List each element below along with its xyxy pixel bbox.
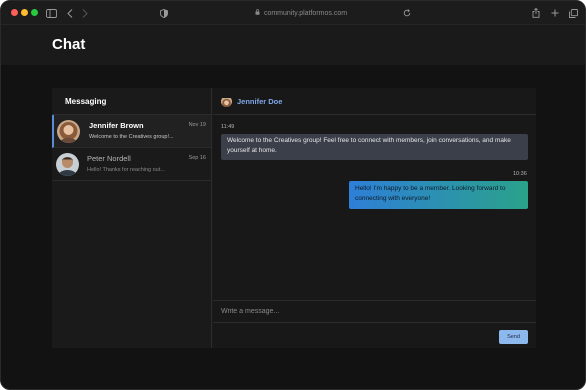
chat-panel: Messaging Jennifer Brown Nov 19 Welcome … [52,88,536,348]
page-header: Chat [1,25,585,65]
message-input[interactable] [213,301,536,323]
share-icon[interactable] [531,5,541,21]
avatar [221,96,232,107]
browser-window: community.platformos.com Chat Messaging [0,0,586,390]
message-timestamp: 11:49 [221,124,235,130]
contact-name[interactable]: Jennifer Doe [237,97,282,106]
close-window-button[interactable] [11,9,18,16]
tab-overview-icon[interactable] [568,5,578,21]
maximize-window-button[interactable] [31,9,38,16]
incoming-message: Welcome to the Creatives group! Feel fre… [221,134,528,160]
address-bar[interactable]: community.platformos.com [241,6,361,20]
conversation-preview: Welcome to the Creatives group!... [89,134,174,140]
conversation-preview: Hello! Thanks for reaching out... [87,167,165,173]
send-button[interactable]: Send [499,330,528,344]
new-tab-icon[interactable] [550,5,560,21]
forward-icon[interactable] [81,5,89,21]
message-timestamp: 10:36 [513,171,527,177]
avatar [56,153,79,176]
page-title: Chat [52,36,86,53]
message-composer: Send [213,300,536,348]
conversation-name: Jennifer Brown [89,121,144,130]
conversation-name: Peter Nordell [87,154,131,163]
avatar [57,120,80,143]
conversation-item[interactable]: Peter Nordell Sep 16 Hello! Thanks for r… [52,148,211,181]
lock-icon [255,9,260,17]
conversation-date: Nov 19 [188,122,206,128]
message-thread: Jennifer Doe 11:49 Welcome to the Creati… [213,88,536,348]
browser-toolbar: community.platformos.com [1,1,585,25]
back-icon[interactable] [66,5,74,21]
outgoing-message: Hello! I'm happy to be a member. Looking… [349,181,528,209]
conversation-item[interactable]: Jennifer Brown Nov 19 Welcome to the Cre… [52,115,211,148]
minimize-window-button[interactable] [21,9,28,16]
url-text: community.platformos.com [263,9,348,17]
sidebar-toggle-icon[interactable] [45,5,57,21]
sidebar-title: Messaging [52,88,211,115]
thread-header: Jennifer Doe [213,88,536,115]
reload-icon[interactable] [402,5,412,21]
conversation-sidebar: Messaging Jennifer Brown Nov 19 Welcome … [52,88,212,348]
conversation-date: Sep 16 [188,155,206,161]
privacy-shield-icon[interactable] [159,5,169,21]
